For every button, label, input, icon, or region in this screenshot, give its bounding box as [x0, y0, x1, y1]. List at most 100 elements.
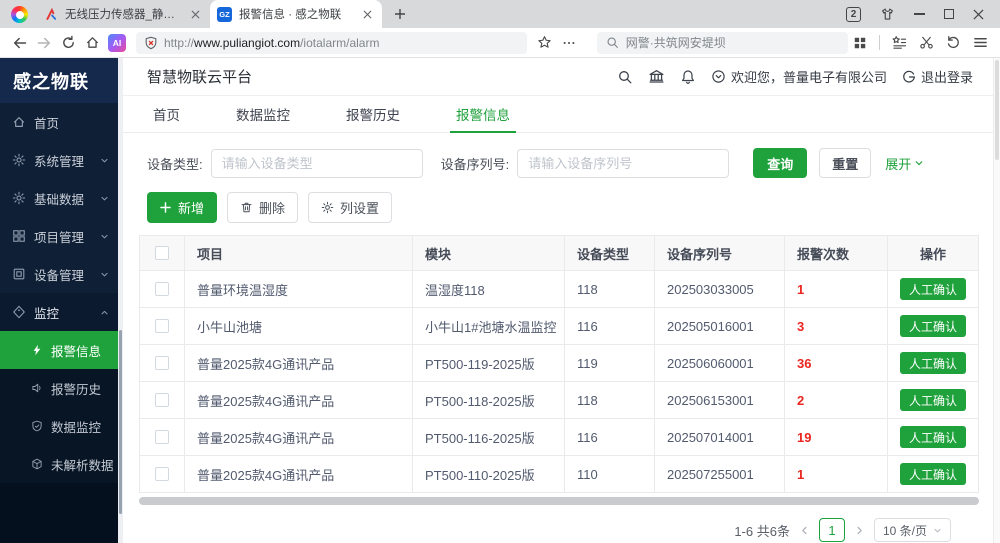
sidebar-item-system[interactable]: 系统管理 [0, 141, 118, 179]
table-header-row: 项目 模块 设备类型 设备序列号 报警次数 操作 [140, 236, 978, 270]
browser-search-bar[interactable]: 网警·共筑网安堤坝 [597, 32, 848, 54]
table-row: 普量2025款4G通讯产品 PT500-116-2025版 116 202507… [140, 418, 978, 455]
toolbar-extensions [848, 31, 992, 55]
browser-logo-icon[interactable] [11, 6, 28, 23]
page-size-select[interactable]: 10 条/页 [874, 518, 951, 542]
url-text: http://www.puliangiot.com/iotalarm/alarm [164, 36, 379, 50]
tab-alarm-history[interactable]: 报警历史 [340, 96, 406, 132]
cell-device-type: 116 [565, 419, 655, 455]
row-checkbox[interactable] [155, 319, 169, 333]
alarm-table: 项目 模块 设备类型 设备序列号 报警次数 操作 普量环境温湿度 温湿度118 … [139, 235, 979, 493]
home-icon[interactable] [80, 31, 104, 55]
manual-confirm-button[interactable]: 人工确认 [900, 315, 966, 337]
cell-module: PT500-118-2025版 [413, 382, 565, 418]
cell-serial: 202507255001 [655, 456, 785, 492]
column-settings-button[interactable]: 列设置 [308, 192, 392, 223]
manual-confirm-button[interactable]: 人工确认 [900, 426, 966, 448]
gear-icon [12, 153, 26, 167]
bell-icon[interactable] [680, 69, 696, 85]
url-bar[interactable]: http://www.puliangiot.com/iotalarm/alarm [136, 32, 527, 54]
sidebar-item-project[interactable]: 项目管理 [0, 217, 118, 255]
skin-icon[interactable] [880, 7, 895, 22]
app-logo: 感之物联 [0, 58, 118, 103]
screenshot-scissors-icon[interactable] [914, 31, 938, 55]
sidebar-item-home[interactable]: 首页 [0, 103, 118, 141]
tab-count-badge[interactable]: 2 [846, 7, 861, 22]
tab-alarm-info[interactable]: 报警信息 [450, 96, 516, 132]
sidebar-item-label: 报警历史 [51, 379, 101, 398]
manual-confirm-button[interactable]: 人工确认 [900, 463, 966, 485]
tab-title: 报警信息 · 感之物联 [239, 6, 352, 22]
logout-button[interactable]: 退出登录 [902, 67, 973, 86]
sidebar-item-device[interactable]: 设备管理 [0, 255, 118, 293]
cell-alarm-count: 36 [785, 345, 888, 381]
ai-assistant-icon[interactable]: AI [108, 34, 126, 52]
page-scrollbar[interactable] [993, 58, 1000, 543]
device-type-input[interactable] [211, 149, 423, 178]
chevron-down-icon [933, 526, 942, 535]
row-checkbox[interactable] [155, 467, 169, 481]
close-tab-icon[interactable] [359, 6, 375, 22]
account-menu[interactable]: 欢迎您，普量电子有限公司 [711, 67, 887, 86]
row-checkbox[interactable] [155, 282, 169, 296]
search-icon[interactable] [617, 69, 633, 85]
sidebar-scrollbar[interactable] [118, 58, 123, 543]
maximize-button[interactable] [944, 9, 954, 19]
tab-data-monitor[interactable]: 数据监控 [230, 96, 296, 132]
row-checkbox[interactable] [155, 393, 169, 407]
prev-page-button[interactable] [799, 525, 810, 536]
close-window-button[interactable] [973, 9, 984, 20]
page-title: 智慧物联云平台 [147, 66, 252, 87]
serial-input[interactable] [517, 149, 729, 178]
bank-icon[interactable] [648, 68, 665, 85]
add-button[interactable]: 新增 [147, 192, 217, 223]
search-icon [606, 36, 619, 49]
manual-confirm-button[interactable]: 人工确认 [900, 389, 966, 411]
sidebar-item-data-monitor[interactable]: 数据监控 [0, 407, 118, 445]
table-horizontal-scrollbar[interactable] [139, 497, 979, 505]
sidebar-item-basedata[interactable]: 基础数据 [0, 179, 118, 217]
more-options-icon[interactable] [557, 31, 581, 55]
sidebar-item-alarm-history[interactable]: 报警历史 [0, 369, 118, 407]
sidebar-item-unparsed-data[interactable]: 未解析数据 [0, 445, 118, 483]
favorites-list-icon[interactable] [887, 31, 911, 55]
tab-home[interactable]: 首页 [147, 96, 186, 132]
session-restore-icon[interactable] [941, 31, 965, 55]
expand-label: 展开 [885, 154, 911, 173]
reload-icon[interactable] [56, 31, 80, 55]
row-checkbox[interactable] [155, 356, 169, 370]
current-page[interactable]: 1 [819, 518, 845, 542]
row-checkbox[interactable] [155, 430, 169, 444]
gear-icon [321, 201, 334, 214]
close-tab-icon[interactable] [187, 6, 203, 22]
search-button[interactable]: 查询 [753, 148, 807, 178]
back-icon[interactable] [8, 31, 32, 55]
next-page-button[interactable] [854, 525, 865, 536]
shield-check-icon [31, 420, 43, 432]
device-icon [12, 267, 26, 281]
new-tab-button[interactable] [388, 2, 412, 26]
reset-button[interactable]: 重置 [819, 148, 871, 178]
bookmark-star-icon[interactable] [533, 31, 557, 55]
cell-project: 普量2025款4G通讯产品 [185, 456, 413, 492]
select-all-checkbox[interactable] [155, 246, 169, 260]
apps-grid-icon[interactable] [848, 31, 872, 55]
manual-confirm-button[interactable]: 人工确认 [900, 278, 966, 300]
sidebar-item-monitor[interactable]: 监控 [0, 293, 118, 331]
circle-chevron-icon [711, 69, 726, 84]
chevron-down-icon [100, 156, 109, 165]
menu-hamburger-icon[interactable] [968, 31, 992, 55]
forward-icon[interactable] [32, 31, 56, 55]
cell-device-type: 118 [565, 382, 655, 418]
browser-tab-1[interactable]: 无线压力传感器_静力水准仪_ [38, 0, 210, 28]
expand-link[interactable]: 展开 [885, 154, 924, 173]
cell-module: PT500-116-2025版 [413, 419, 565, 455]
browser-tab-2[interactable]: GZ 报警信息 · 感之物联 [210, 0, 382, 28]
minimize-button[interactable] [914, 13, 925, 15]
cell-serial: 202507014001 [655, 419, 785, 455]
sidebar-item-alarm-info[interactable]: 报警信息 [0, 331, 118, 369]
table-row: 普量2025款4G通讯产品 PT500-118-2025版 118 202506… [140, 381, 978, 418]
cell-project: 普量2025款4G通讯产品 [185, 345, 413, 381]
manual-confirm-button[interactable]: 人工确认 [900, 352, 966, 374]
delete-button[interactable]: 删除 [227, 192, 298, 223]
